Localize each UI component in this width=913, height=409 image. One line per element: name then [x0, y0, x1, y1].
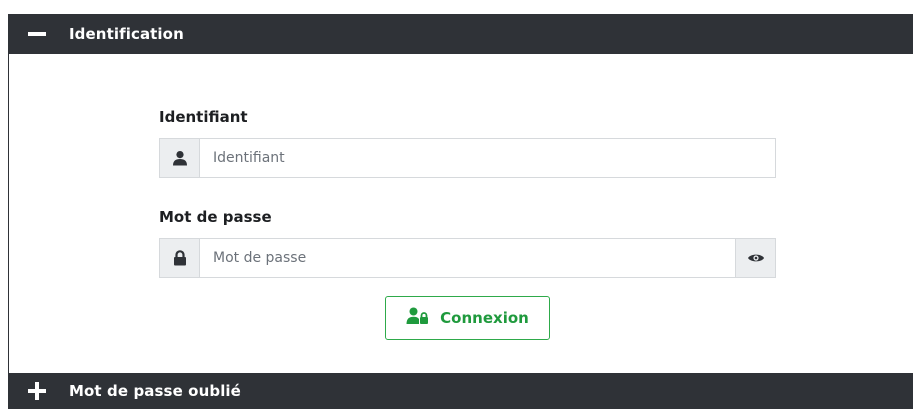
- username-label: Identifiant: [159, 108, 248, 126]
- password-input[interactable]: [200, 239, 735, 277]
- password-input-group: [159, 238, 776, 278]
- minus-icon[interactable]: [27, 24, 47, 44]
- username-input[interactable]: [200, 139, 775, 177]
- user-lock-icon: [406, 307, 430, 329]
- login-panel: Identification Identifiant Mot de passe: [8, 14, 913, 409]
- login-button[interactable]: Connexion: [385, 296, 550, 340]
- eye-icon[interactable]: [735, 239, 775, 277]
- forgot-password-section-title: Mot de passe oublié: [69, 382, 241, 400]
- username-input-group: [159, 138, 776, 178]
- password-label: Mot de passe: [159, 208, 272, 226]
- identification-section-header[interactable]: Identification: [9, 14, 913, 54]
- user-icon: [160, 139, 200, 177]
- lock-icon: [160, 239, 200, 277]
- identification-section-title: Identification: [69, 25, 184, 43]
- login-button-label: Connexion: [440, 309, 529, 327]
- plus-icon[interactable]: [27, 381, 47, 401]
- forgot-password-section-header[interactable]: Mot de passe oublié: [9, 373, 913, 409]
